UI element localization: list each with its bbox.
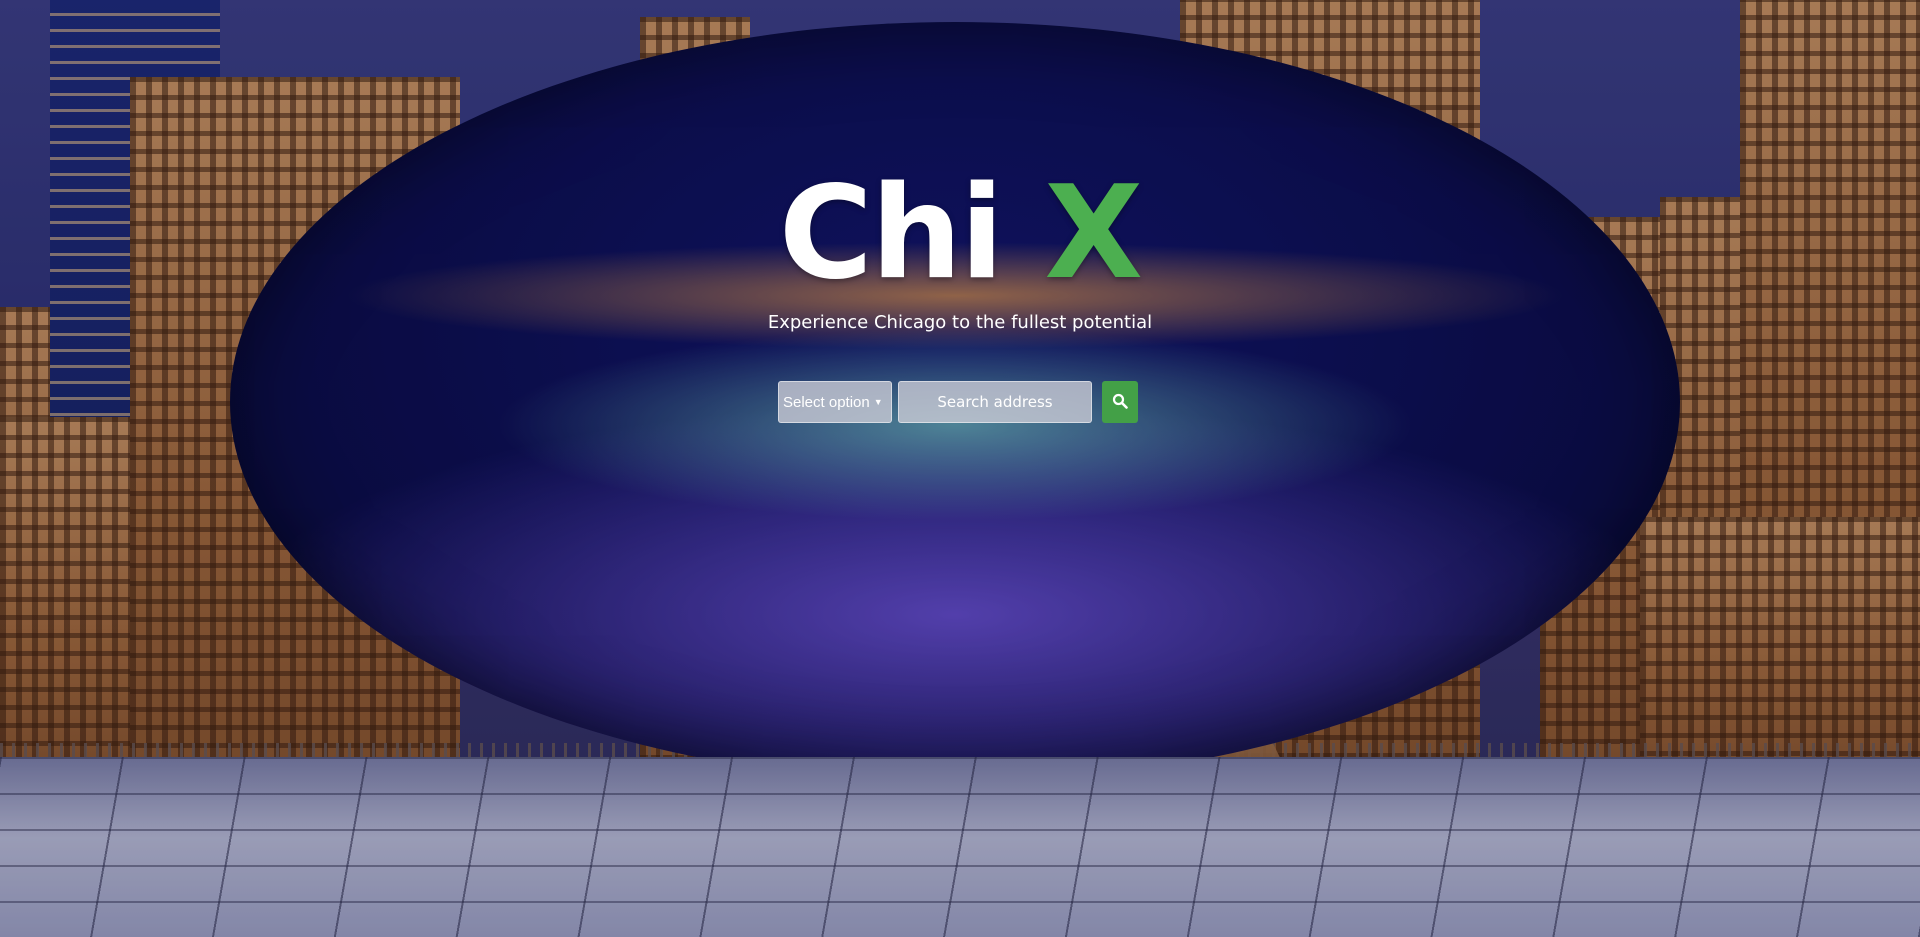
brand-name: Chi xyxy=(778,159,1004,308)
search-icon xyxy=(1112,393,1128,412)
search-button[interactable] xyxy=(1102,381,1138,423)
overlay xyxy=(0,0,1920,937)
brand-accent: X xyxy=(1044,159,1143,308)
brand-logo: Chi X xyxy=(779,170,1143,298)
option-select-label: Select option xyxy=(783,393,870,411)
hero: Chi X Experience Chicago to the fullest … xyxy=(0,170,1920,423)
background-photo xyxy=(0,0,1920,937)
caret-down-icon: ▼ xyxy=(873,397,883,407)
address-search-input[interactable] xyxy=(898,381,1092,423)
search-bar: Select option ▼ xyxy=(778,381,1138,423)
option-select[interactable]: Select option ▼ xyxy=(778,381,892,423)
tagline: Experience Chicago to the fullest potent… xyxy=(767,312,1153,333)
